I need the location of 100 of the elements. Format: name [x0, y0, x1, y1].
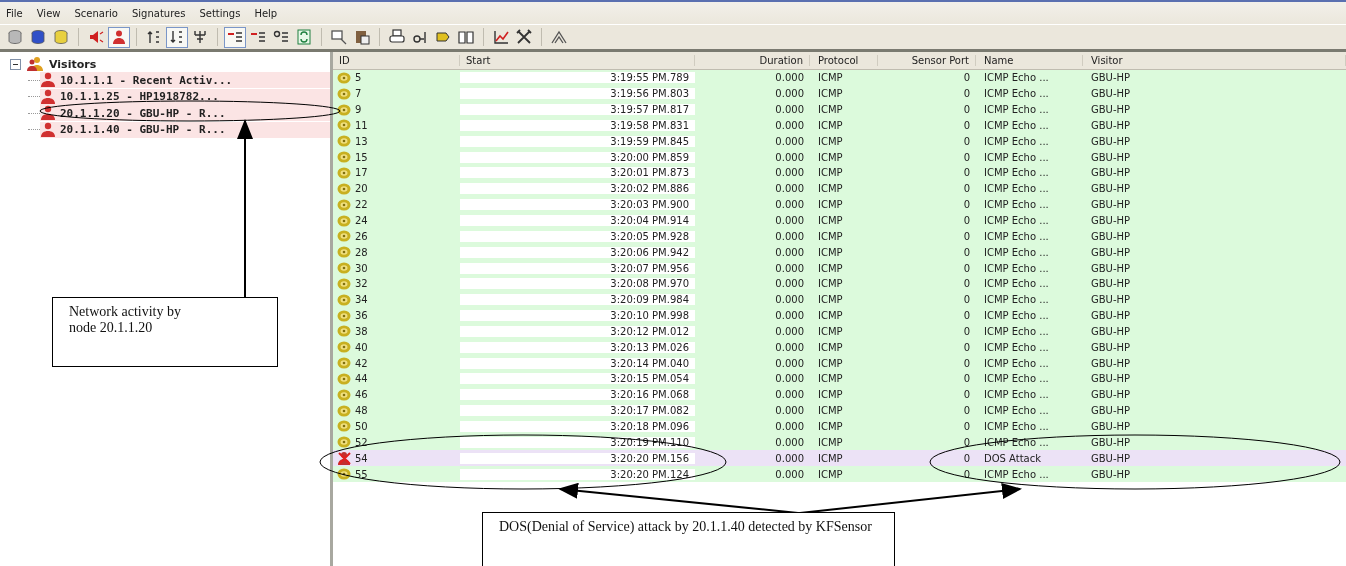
table-cell-text: ICMP Echo ... [983, 167, 1050, 179]
table-cell: 13 [355, 135, 368, 147]
table-cell-text: GBU-HP [1090, 310, 1132, 322]
table-cell-text: ICMP [817, 167, 844, 179]
person-icon [40, 88, 56, 105]
table-cell-text: 0 [962, 104, 971, 116]
key-icon [412, 29, 428, 45]
table-cell-text: GBU-HP [1090, 373, 1132, 385]
table-cell-text: 0.000 [774, 468, 805, 480]
table-cell: 55 [355, 468, 368, 480]
table-cell: 40 [355, 341, 368, 353]
table-cell-text: ICMP [817, 405, 844, 417]
table-cell-text: 0 [962, 405, 971, 417]
table-cell: 3:20:12 PM.012 [460, 325, 695, 337]
column-header[interactable]: Protocol [810, 55, 878, 66]
table-cell-text: ICMP Echo ... [983, 373, 1050, 385]
collapse-toggle[interactable] [10, 58, 21, 70]
table-cell-text: ICMP [817, 294, 844, 306]
table-cell: 3:19:58 PM.831 [460, 119, 695, 131]
table-cell: 3:20:16 PM.068 [460, 389, 695, 401]
table-cell-text: 0 [962, 436, 971, 448]
list-button[interactable] [224, 26, 246, 48]
table-cell-text: GBU-HP [1090, 72, 1132, 84]
table-cell-text: 0 [962, 135, 971, 147]
table-cell-text: ICMP [817, 199, 844, 211]
tree-item[interactable]: 20.1.1.20 - GBU-HP - R... [40, 105, 330, 122]
table-cell-text: GBU-HP [1090, 452, 1132, 464]
menu-item[interactable]: View [36, 7, 61, 19]
table-cell-text: GBU-HP [1090, 230, 1132, 242]
table-cell-text: 0 [962, 230, 971, 242]
table-cell: 3:19:59 PM.845 [460, 135, 695, 147]
table-cell-text: 0.000 [774, 310, 805, 322]
table-cell-text: 0.000 [774, 452, 805, 464]
table-cell-text: 0 [962, 452, 971, 464]
table-cell: 3:20:14 PM.040 [460, 357, 695, 369]
menu-item[interactable]: Help [254, 7, 278, 19]
table-cell-text: 0.000 [774, 373, 805, 385]
column-header[interactable]: ID [333, 55, 460, 66]
table-cell-text: ICMP [817, 468, 844, 480]
table-cell-text: 0 [962, 325, 971, 337]
table-cell-text: ICMP [817, 310, 844, 322]
table-cell-text: GBU-HP [1090, 436, 1132, 448]
table-cell: 26 [355, 230, 368, 242]
sort-down-button[interactable] [166, 26, 188, 48]
table-cell-text: 0.000 [774, 262, 805, 274]
table-cell: 3:20:20 PM.156 [460, 452, 695, 464]
person-button[interactable] [108, 26, 130, 48]
tree-item[interactable]: 10.1.1.25 - HP1918782... [40, 88, 330, 105]
table-cell-text: ICMP Echo ... [983, 151, 1050, 163]
table-cell-text: 0.000 [774, 246, 805, 258]
table-cell-text: GBU-HP [1090, 405, 1132, 417]
table-cell: 22 [355, 199, 368, 211]
table-cell: 3:20:03 PM.900 [460, 199, 695, 211]
table-cell-text: 0 [962, 468, 971, 480]
table-cell-text: ICMP [817, 135, 844, 147]
column-header[interactable]: Name [976, 55, 1083, 66]
table-cell-text: 0 [962, 389, 971, 401]
table-cell-text: 0 [962, 294, 971, 306]
menu-item[interactable]: Settings [199, 7, 241, 19]
table-cell-text: 0.000 [774, 88, 805, 100]
table-cell-text: ICMP [817, 230, 844, 242]
table-cell-text: 0 [962, 278, 971, 290]
tools-icon [516, 29, 532, 45]
table-cell-text: 0 [962, 119, 971, 131]
table-cell-text: ICMP Echo ... [983, 325, 1050, 337]
table-cell-text: 0.000 [774, 215, 805, 226]
table-cell-text: GBU-HP [1090, 215, 1132, 226]
column-header[interactable]: Start [460, 55, 695, 66]
column-header[interactable]: Sensor Port [878, 55, 976, 66]
menu-item[interactable]: Signatures [131, 7, 186, 19]
column-header[interactable]: Duration [695, 55, 810, 66]
table-cell-text: ICMP Echo ... [983, 278, 1050, 290]
table-cell-text: 0.000 [774, 341, 805, 353]
sort-up-icon [146, 29, 162, 45]
magnifier-icon [331, 29, 347, 45]
table-cell-text: ICMP [817, 373, 844, 385]
list-icon [250, 29, 266, 45]
table-cell-text: 0.000 [774, 167, 805, 179]
table-cell-text: 0 [962, 72, 971, 84]
tree-item[interactable]: 20.1.1.40 - GBU-HP - R... [40, 121, 330, 138]
table-cell-text: 0.000 [774, 357, 805, 369]
table-cell: 17 [355, 167, 368, 179]
table-cell: 52 [355, 436, 368, 448]
table-cell-text: 0.000 [774, 199, 805, 211]
menu-item[interactable]: File [6, 7, 23, 19]
table-cell-text: 0.000 [774, 389, 805, 401]
menu-item[interactable]: Scenario [74, 7, 118, 19]
table-cell-text: 0 [962, 246, 971, 258]
tag-icon [435, 29, 451, 45]
table-cell-text: 0.000 [774, 436, 805, 448]
table-cell-text: ICMP [817, 278, 844, 290]
tree-item[interactable]: 10.1.1.1 - Recent Activ... [40, 72, 330, 89]
person-icon [40, 121, 56, 138]
table-cell: 7 [355, 88, 362, 100]
table-cell-text: GBU-HP [1090, 104, 1132, 116]
table-cell: 24 [355, 215, 368, 226]
table-cell-text: 0 [962, 88, 971, 100]
table-cell: 3:19:56 PM.803 [460, 88, 695, 100]
table-cell: 3:20:13 PM.026 [460, 341, 695, 353]
column-header[interactable]: Visitor [1083, 55, 1346, 66]
